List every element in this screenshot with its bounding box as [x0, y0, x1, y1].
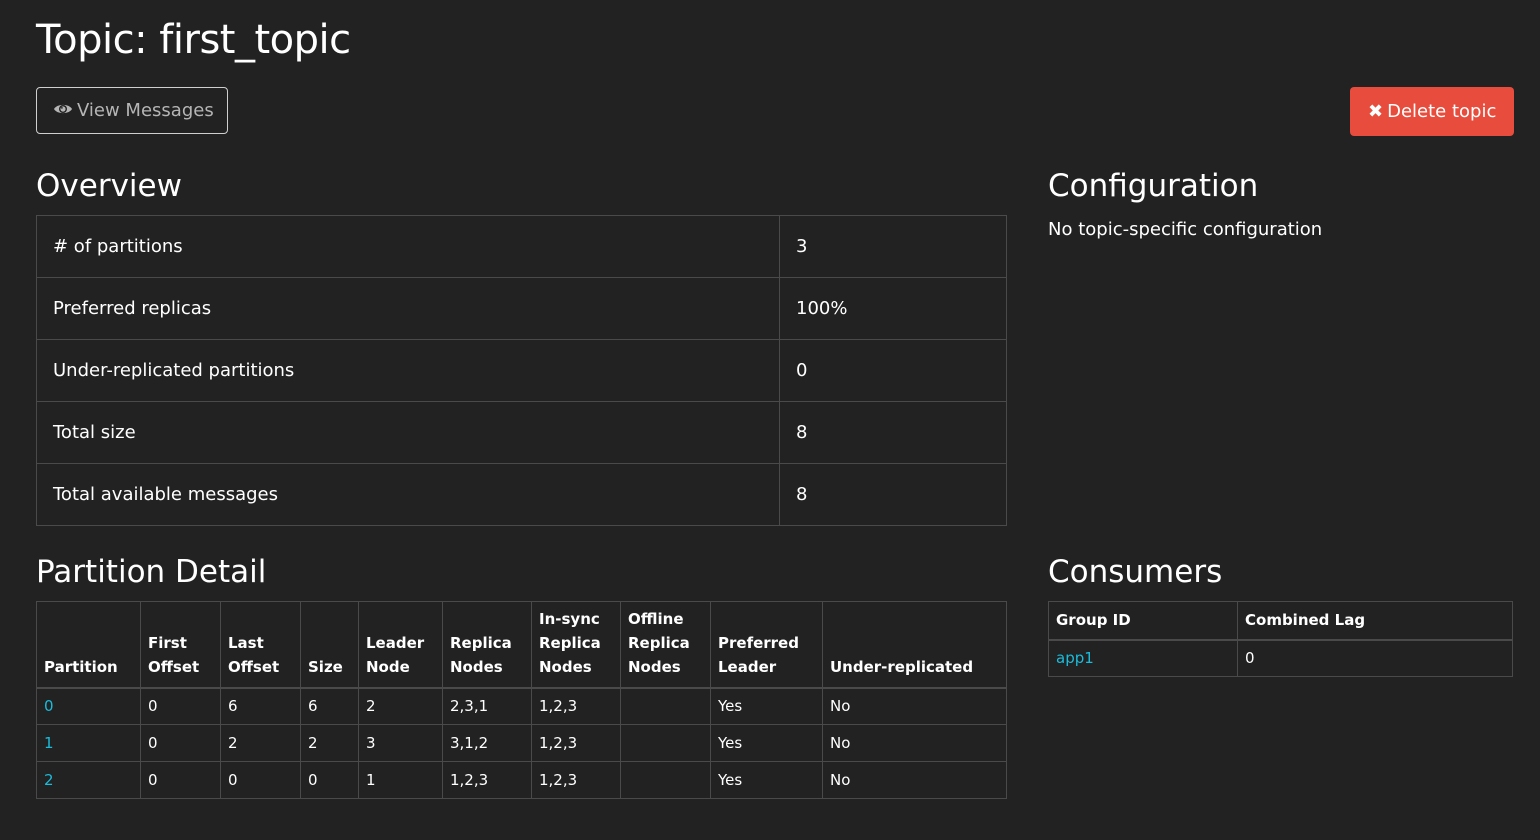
- table-header-row: Partition First Offset Last Offset Size …: [36, 601, 1007, 689]
- overview-value: 8: [779, 463, 1007, 526]
- consumer-group-link[interactable]: app1: [1056, 649, 1094, 667]
- overview-table: # of partitions 3 Preferred replicas 100…: [36, 215, 1007, 526]
- table-cell: 6: [300, 687, 359, 725]
- partition-cell: 0: [36, 687, 141, 725]
- overview-value: 0: [779, 339, 1007, 402]
- column-header: Replica Nodes: [442, 601, 532, 689]
- table-row: # of partitions 3: [36, 215, 1007, 278]
- overview-value: 8: [779, 401, 1007, 464]
- table-cell: 1,2,3: [531, 761, 621, 799]
- table-cell: No: [822, 687, 1007, 725]
- column-header: Offline Replica Nodes: [620, 601, 711, 689]
- group-id-cell: app1: [1048, 639, 1238, 677]
- delete-topic-button[interactable]: ✖ Delete topic: [1350, 87, 1514, 136]
- overview-value: 3: [779, 215, 1007, 278]
- table-cell: 1,2,3: [442, 761, 532, 799]
- table-header-row: Group ID Combined Lag: [1048, 601, 1513, 641]
- column-header: Last Offset: [220, 601, 301, 689]
- table-cell: 2: [220, 724, 301, 762]
- table-cell: [620, 761, 711, 799]
- delete-topic-label: Delete topic: [1387, 101, 1497, 122]
- column-header: Combined Lag: [1237, 601, 1513, 641]
- table-row: Preferred replicas 100%: [36, 277, 1007, 340]
- view-messages-button[interactable]: View Messages: [36, 87, 228, 134]
- partition-cell: 2: [36, 761, 141, 799]
- page-title: Topic: first_topic: [36, 17, 351, 63]
- table-row: 1 0 2 2 3 3,1,2 1,2,3 Yes No: [36, 724, 1007, 762]
- consumers-heading: Consumers: [1048, 554, 1223, 590]
- column-header: First Offset: [140, 601, 221, 689]
- eye-icon: [53, 100, 77, 121]
- table-cell: Yes: [710, 687, 823, 725]
- overview-label: Total size: [36, 401, 780, 464]
- table-row: app1 0: [1048, 639, 1513, 677]
- column-header: Preferred Leader: [710, 601, 823, 689]
- table-cell: [620, 687, 711, 725]
- table-cell: Yes: [710, 761, 823, 799]
- table-cell: 1: [358, 761, 443, 799]
- table-cell: [620, 724, 711, 762]
- column-header: Partition: [36, 601, 141, 689]
- table-row: 2 0 0 0 1 1,2,3 1,2,3 Yes No: [36, 761, 1007, 799]
- configuration-heading: Configuration: [1048, 168, 1259, 204]
- partition-detail-table: Partition First Offset Last Offset Size …: [36, 601, 1007, 799]
- table-cell: No: [822, 724, 1007, 762]
- partition-cell: 1: [36, 724, 141, 762]
- partition-detail-heading: Partition Detail: [36, 554, 267, 590]
- overview-label: Total available messages: [36, 463, 780, 526]
- table-row: Under-replicated partitions 0: [36, 339, 1007, 402]
- column-header: Group ID: [1048, 601, 1238, 641]
- table-cell: 3: [358, 724, 443, 762]
- combined-lag-cell: 0: [1237, 639, 1513, 677]
- overview-label: Preferred replicas: [36, 277, 780, 340]
- table-cell: 2,3,1: [442, 687, 532, 725]
- overview-value: 100%: [779, 277, 1007, 340]
- view-messages-label: View Messages: [77, 100, 214, 121]
- overview-heading: Overview: [36, 168, 182, 204]
- table-row: Total available messages 8: [36, 463, 1007, 526]
- table-row: Total size 8: [36, 401, 1007, 464]
- table-cell: 3,1,2: [442, 724, 532, 762]
- table-cell: 1,2,3: [531, 687, 621, 725]
- partition-link[interactable]: 2: [44, 771, 54, 789]
- table-cell: 6: [220, 687, 301, 725]
- table-cell: 0: [140, 687, 221, 725]
- partition-link[interactable]: 0: [44, 697, 54, 715]
- table-cell: 0: [140, 724, 221, 762]
- overview-label: # of partitions: [36, 215, 780, 278]
- column-header: Under-replicated: [822, 601, 1007, 689]
- column-header: Size: [300, 601, 359, 689]
- table-cell: 0: [300, 761, 359, 799]
- partition-link[interactable]: 1: [44, 734, 54, 752]
- table-cell: 1,2,3: [531, 724, 621, 762]
- table-row: 0 0 6 6 2 2,3,1 1,2,3 Yes No: [36, 687, 1007, 725]
- table-cell: 0: [220, 761, 301, 799]
- column-header: In-sync Replica Nodes: [531, 601, 621, 689]
- table-cell: 2: [358, 687, 443, 725]
- configuration-text: No topic-specific configuration: [1048, 219, 1323, 240]
- column-header: Leader Node: [358, 601, 443, 689]
- close-icon: ✖: [1368, 101, 1384, 122]
- table-cell: 2: [300, 724, 359, 762]
- table-cell: Yes: [710, 724, 823, 762]
- table-cell: No: [822, 761, 1007, 799]
- overview-label: Under-replicated partitions: [36, 339, 780, 402]
- table-cell: 0: [140, 761, 221, 799]
- consumers-table: Group ID Combined Lag app1 0: [1048, 601, 1513, 677]
